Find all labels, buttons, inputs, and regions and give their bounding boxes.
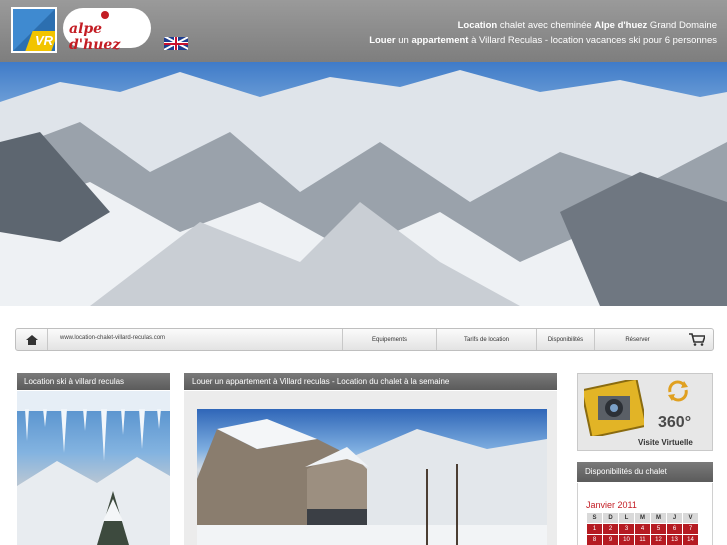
logo-dot: [101, 11, 109, 19]
calendar-day[interactable]: 10: [619, 535, 634, 545]
nav-tarifs[interactable]: Tarifs de location: [436, 329, 536, 350]
calendar-day-header: J: [667, 513, 682, 523]
site-url[interactable]: www.location-chalet-villard-reculas.com: [60, 335, 165, 341]
tagline-strong: Location: [457, 20, 498, 31]
site-header: VR alpe d'huez Location chalet avec chem…: [0, 0, 727, 62]
villard-reculas-logo[interactable]: VR: [11, 7, 57, 53]
winter-icicles-image[interactable]: [17, 391, 170, 545]
calendar-day[interactable]: 13: [667, 535, 682, 545]
rotate-arrows-icon: [668, 380, 688, 402]
tagline-strong: Alpe d'huez: [594, 20, 648, 31]
calendar-day-header: L: [619, 513, 634, 523]
tagline-line-2: Louer un appartement à Villard Reculas -…: [369, 33, 717, 48]
calendar-day[interactable]: 12: [651, 535, 666, 545]
nav-equipements[interactable]: Equipements: [342, 329, 436, 350]
chalet-village-photo[interactable]: [197, 409, 547, 545]
calendar-day-header: M: [651, 513, 666, 523]
virtual-tour-banner[interactable]: 360° Visite Virtuelle: [577, 373, 713, 451]
tour-360-text: 360°: [658, 414, 692, 431]
calendar-day-header: M: [635, 513, 650, 523]
calendar-month: Janvier 2011: [586, 500, 637, 510]
calendar-day[interactable]: 14: [683, 535, 698, 545]
site-tagline: Location chalet avec cheminée Alpe d'hue…: [369, 18, 717, 48]
uk-flag-icon[interactable]: [164, 37, 188, 50]
tagline-strong: appartement: [411, 35, 469, 46]
calendar-day[interactable]: 5: [651, 524, 666, 534]
alpe-dhuez-logo-text: alpe d'huez: [69, 21, 121, 53]
calendar-day[interactable]: 2: [603, 524, 618, 534]
home-icon[interactable]: [16, 329, 48, 350]
camera-icon: [584, 380, 644, 436]
cart-icon[interactable]: [689, 333, 707, 351]
tour-label: Visite Virtuelle: [638, 438, 693, 447]
tagline-text: chalet avec cheminée: [497, 20, 595, 31]
tagline-text: un: [395, 35, 412, 46]
tagline-strong: Louer: [369, 35, 396, 46]
availability-calendar: S D L M M J V 1 2 3 4 5 6 7 8 9 10 11 12…: [586, 512, 699, 545]
calendar-day[interactable]: 11: [635, 535, 650, 545]
mountain-panorama-image: [0, 62, 727, 306]
center-panel-title: Louer un appartement à Villard reculas -…: [184, 373, 557, 390]
calendar-day[interactable]: 9: [603, 535, 618, 545]
calendar-day[interactable]: 8: [587, 535, 602, 545]
left-panel-title: Location ski à villard reculas: [17, 373, 170, 390]
alpe-dhuez-logo[interactable]: alpe d'huez: [63, 8, 151, 53]
tagline-line-1: Location chalet avec cheminée Alpe d'hue…: [369, 18, 717, 33]
nav-reserver[interactable]: Réserver: [594, 329, 680, 350]
vr-logo-text: VR: [35, 33, 54, 48]
tagline-text: Grand Domaine: [647, 20, 717, 31]
nav-disponibilites[interactable]: Disponibilités: [536, 329, 594, 350]
main-navigation: www.location-chalet-villard-reculas.com …: [15, 328, 714, 351]
calendar-day-header: D: [603, 513, 618, 523]
calendar-day[interactable]: 7: [683, 524, 698, 534]
calendar-day-header: V: [683, 513, 698, 523]
calendar-day[interactable]: 6: [667, 524, 682, 534]
tagline-text: à Villard Reculas - location vacances sk…: [468, 35, 717, 46]
calendar-day[interactable]: 4: [635, 524, 650, 534]
availability-title: Disponibilités du chalet: [577, 462, 713, 482]
calendar-day-header: S: [587, 513, 602, 523]
calendar-day[interactable]: 1: [587, 524, 602, 534]
calendar-day[interactable]: 3: [619, 524, 634, 534]
